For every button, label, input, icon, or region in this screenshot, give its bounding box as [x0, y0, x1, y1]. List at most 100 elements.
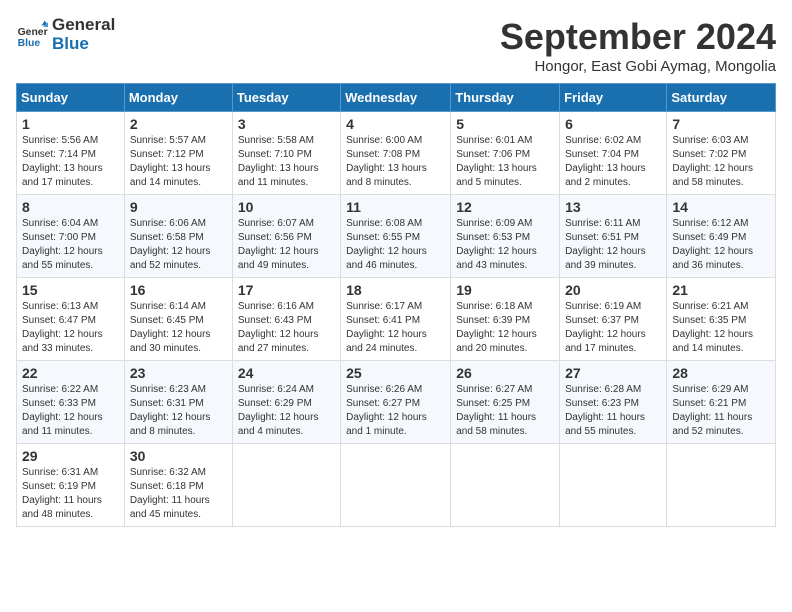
- calendar-table: SundayMondayTuesdayWednesdayThursdayFrid…: [16, 83, 776, 527]
- day-info: Sunrise: 6:08 AM Sunset: 6:55 PM Dayligh…: [346, 217, 445, 273]
- day-info: Sunrise: 6:29 AM Sunset: 6:21 PM Dayligh…: [672, 383, 770, 439]
- day-number: 11: [346, 199, 445, 215]
- day-number: 26: [456, 365, 554, 381]
- calendar-cell: 14 Sunrise: 6:12 AM Sunset: 6:49 PM Dayli…: [667, 195, 776, 278]
- calendar-cell: 6 Sunrise: 6:02 AM Sunset: 7:04 PM Daylig…: [560, 112, 667, 195]
- weekday-sunday: Sunday: [17, 84, 125, 112]
- weekday-saturday: Saturday: [667, 84, 776, 112]
- day-info: Sunrise: 6:12 AM Sunset: 6:49 PM Dayligh…: [672, 217, 770, 273]
- day-number: 9: [130, 199, 227, 215]
- calendar-week-1: 1 Sunrise: 5:56 AM Sunset: 7:14 PM Daylig…: [17, 112, 776, 195]
- calendar-cell: 26 Sunrise: 6:27 AM Sunset: 6:25 PM Dayli…: [451, 361, 560, 444]
- day-info: Sunrise: 6:02 AM Sunset: 7:04 PM Dayligh…: [565, 134, 661, 190]
- day-number: 27: [565, 365, 661, 381]
- day-info: Sunrise: 6:24 AM Sunset: 6:29 PM Dayligh…: [238, 383, 335, 439]
- day-info: Sunrise: 6:06 AM Sunset: 6:58 PM Dayligh…: [130, 217, 227, 273]
- calendar-cell: [341, 444, 451, 527]
- calendar-cell: [667, 444, 776, 527]
- day-number: 28: [672, 365, 770, 381]
- day-number: 16: [130, 282, 227, 298]
- month-year: September 2024: [500, 16, 776, 58]
- calendar-cell: 23 Sunrise: 6:23 AM Sunset: 6:31 PM Dayli…: [124, 361, 232, 444]
- day-number: 4: [346, 116, 445, 132]
- calendar-cell: 30Sunrise: 6:32 AM Sunset: 6:18 PM Dayli…: [124, 444, 232, 527]
- calendar-cell: 11 Sunrise: 6:08 AM Sunset: 6:55 PM Dayli…: [341, 195, 451, 278]
- calendar-cell: 12Sunrise: 6:09 AM Sunset: 6:53 PM Dayli…: [451, 195, 560, 278]
- calendar-cell: 22Sunrise: 6:22 AM Sunset: 6:33 PM Dayli…: [17, 361, 125, 444]
- day-number: 6: [565, 116, 661, 132]
- day-info: Sunrise: 6:11 AM Sunset: 6:51 PM Dayligh…: [565, 217, 661, 273]
- calendar-cell: 5 Sunrise: 6:01 AM Sunset: 7:06 PM Daylig…: [451, 112, 560, 195]
- day-number: 1: [22, 116, 119, 132]
- day-number: 25: [346, 365, 445, 381]
- day-number: 22: [22, 365, 119, 381]
- calendar-week-3: 15 Sunrise: 6:13 AM Sunset: 6:47 PM Dayli…: [17, 278, 776, 361]
- day-info: Sunrise: 6:32 AM Sunset: 6:18 PM Dayligh…: [130, 466, 227, 522]
- calendar-cell: [232, 444, 340, 527]
- day-info: Sunrise: 6:21 AM Sunset: 6:35 PM Dayligh…: [672, 300, 770, 356]
- day-info: Sunrise: 5:57 AM Sunset: 7:12 PM Dayligh…: [130, 134, 227, 190]
- page-header: General Blue General Blue September 2024…: [16, 16, 776, 75]
- logo-general: General: [52, 16, 115, 35]
- day-info: Sunrise: 6:18 AM Sunset: 6:39 PM Dayligh…: [456, 300, 554, 356]
- day-info: Sunrise: 5:56 AM Sunset: 7:14 PM Dayligh…: [22, 134, 119, 190]
- calendar-cell: [451, 444, 560, 527]
- weekday-tuesday: Tuesday: [232, 84, 340, 112]
- weekday-thursday: Thursday: [451, 84, 560, 112]
- day-number: 3: [238, 116, 335, 132]
- calendar-cell: 16 Sunrise: 6:14 AM Sunset: 6:45 PM Dayli…: [124, 278, 232, 361]
- weekday-wednesday: Wednesday: [341, 84, 451, 112]
- day-number: 14: [672, 199, 770, 215]
- day-info: Sunrise: 6:23 AM Sunset: 6:31 PM Dayligh…: [130, 383, 227, 439]
- calendar-cell: 3 Sunrise: 5:58 AM Sunset: 7:10 PM Daylig…: [232, 112, 340, 195]
- calendar-cell: 1 Sunrise: 5:56 AM Sunset: 7:14 PM Daylig…: [17, 112, 125, 195]
- logo-icon: General Blue: [16, 19, 48, 51]
- day-info: Sunrise: 6:19 AM Sunset: 6:37 PM Dayligh…: [565, 300, 661, 356]
- day-info: Sunrise: 6:28 AM Sunset: 6:23 PM Dayligh…: [565, 383, 661, 439]
- logo: General Blue General Blue: [16, 16, 115, 53]
- day-info: Sunrise: 6:03 AM Sunset: 7:02 PM Dayligh…: [672, 134, 770, 190]
- day-number: 19: [456, 282, 554, 298]
- day-info: Sunrise: 6:17 AM Sunset: 6:41 PM Dayligh…: [346, 300, 445, 356]
- day-info: Sunrise: 6:01 AM Sunset: 7:06 PM Dayligh…: [456, 134, 554, 190]
- day-info: Sunrise: 6:14 AM Sunset: 6:45 PM Dayligh…: [130, 300, 227, 356]
- calendar-cell: 27 Sunrise: 6:28 AM Sunset: 6:23 PM Dayli…: [560, 361, 667, 444]
- day-info: Sunrise: 6:04 AM Sunset: 7:00 PM Dayligh…: [22, 217, 119, 273]
- calendar-cell: [560, 444, 667, 527]
- calendar-cell: 7Sunrise: 6:03 AM Sunset: 7:02 PM Daylig…: [667, 112, 776, 195]
- calendar-cell: 10 Sunrise: 6:07 AM Sunset: 6:56 PM Dayli…: [232, 195, 340, 278]
- calendar-cell: 2Sunrise: 5:57 AM Sunset: 7:12 PM Daylig…: [124, 112, 232, 195]
- calendar-cell: 17Sunrise: 6:16 AM Sunset: 6:43 PM Dayli…: [232, 278, 340, 361]
- day-info: Sunrise: 6:27 AM Sunset: 6:25 PM Dayligh…: [456, 383, 554, 439]
- calendar-cell: 4 Sunrise: 6:00 AM Sunset: 7:08 PM Daylig…: [341, 112, 451, 195]
- calendar-cell: 19 Sunrise: 6:18 AM Sunset: 6:39 PM Dayli…: [451, 278, 560, 361]
- weekday-header-row: SundayMondayTuesdayWednesdayThursdayFrid…: [17, 84, 776, 112]
- day-info: Sunrise: 5:58 AM Sunset: 7:10 PM Dayligh…: [238, 134, 335, 190]
- calendar-cell: 21 Sunrise: 6:21 AM Sunset: 6:35 PM Dayli…: [667, 278, 776, 361]
- day-number: 12: [456, 199, 554, 215]
- day-number: 18: [346, 282, 445, 298]
- calendar-week-4: 22Sunrise: 6:22 AM Sunset: 6:33 PM Dayli…: [17, 361, 776, 444]
- calendar-week-5: 29Sunrise: 6:31 AM Sunset: 6:19 PM Dayli…: [17, 444, 776, 527]
- calendar-cell: 8 Sunrise: 6:04 AM Sunset: 7:00 PM Daylig…: [17, 195, 125, 278]
- day-info: Sunrise: 6:13 AM Sunset: 6:47 PM Dayligh…: [22, 300, 119, 356]
- day-info: Sunrise: 6:31 AM Sunset: 6:19 PM Dayligh…: [22, 466, 119, 522]
- calendar-cell: 24Sunrise: 6:24 AM Sunset: 6:29 PM Dayli…: [232, 361, 340, 444]
- day-number: 23: [130, 365, 227, 381]
- title-block: September 2024 Hongor, East Gobi Aymag, …: [500, 16, 776, 75]
- day-number: 20: [565, 282, 661, 298]
- day-number: 5: [456, 116, 554, 132]
- day-info: Sunrise: 6:26 AM Sunset: 6:27 PM Dayligh…: [346, 383, 445, 439]
- day-number: 8: [22, 199, 119, 215]
- calendar-week-2: 8 Sunrise: 6:04 AM Sunset: 7:00 PM Daylig…: [17, 195, 776, 278]
- day-info: Sunrise: 6:16 AM Sunset: 6:43 PM Dayligh…: [238, 300, 335, 356]
- day-number: 13: [565, 199, 661, 215]
- calendar-cell: 15 Sunrise: 6:13 AM Sunset: 6:47 PM Dayli…: [17, 278, 125, 361]
- day-info: Sunrise: 6:07 AM Sunset: 6:56 PM Dayligh…: [238, 217, 335, 273]
- day-number: 10: [238, 199, 335, 215]
- svg-text:General: General: [18, 27, 48, 38]
- day-info: Sunrise: 6:00 AM Sunset: 7:08 PM Dayligh…: [346, 134, 445, 190]
- day-number: 21: [672, 282, 770, 298]
- day-number: 15: [22, 282, 119, 298]
- weekday-friday: Friday: [560, 84, 667, 112]
